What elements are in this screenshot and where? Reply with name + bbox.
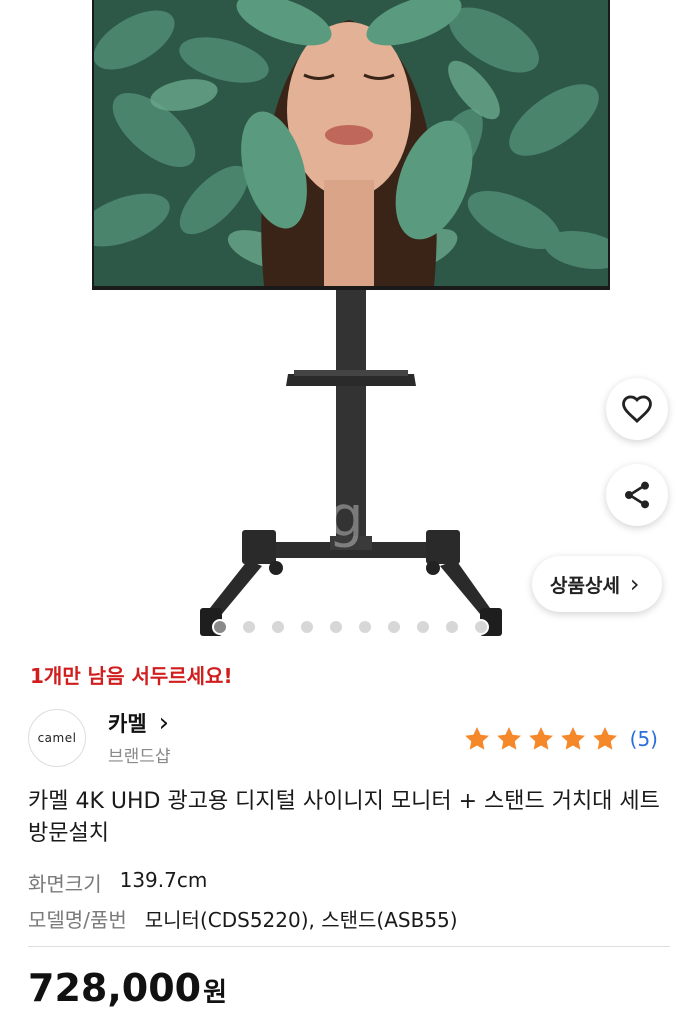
star-icon [528,727,553,750]
price: 728,000 원 [28,966,227,1010]
brand-logo[interactable]: camel [28,709,86,767]
product-image-carousel[interactable]: g 상품상세 › [0,0,698,648]
brand-link[interactable]: 카멜 › [108,708,169,738]
stand-graphic: g [200,290,502,636]
product-title: 카멜 4K UHD 광고용 디지털 사이니지 모니터 + 스탠드 거치대 세트 … [28,789,660,846]
spec-value: 139.7cm [119,868,208,892]
watermark-letter: g [328,485,364,550]
carousel-dot[interactable] [473,619,489,635]
carousel-dot[interactable] [415,619,431,635]
spec-row-screen-size: 화면크기 139.7cm [28,868,207,897]
spec-label: 모델명/품번 [28,908,127,932]
star-icon [560,727,585,750]
carousel-dot[interactable] [241,619,257,635]
brand-name: 카멜 [108,712,147,736]
price-unit: 원 [203,978,227,1008]
star-icon [496,727,521,750]
carousel-dot[interactable] [270,619,286,635]
carousel-dot[interactable] [386,619,402,635]
review-count[interactable]: (5) [630,727,658,751]
star-icon [464,727,489,750]
stock-notice: 1개만 남음 서두르세요! [30,664,233,688]
brand-row: camel 카멜 › 브랜드샵 (5) [28,706,668,770]
carousel-dot[interactable] [444,619,460,635]
spec-row-model: 모델명/품번 모니터(CDS5220), 스탠드(ASB55) [28,904,458,933]
like-button[interactable] [606,378,668,440]
share-icon [625,481,649,509]
heart-icon [622,395,652,423]
brand-shop-label: 브랜드샵 [108,747,171,767]
star-icon [592,727,617,750]
chevron-right-icon: › [158,708,170,738]
rating-summary[interactable]: (5) [462,724,658,754]
share-button[interactable] [606,464,668,526]
carousel-dots [212,619,489,635]
spec-label: 화면크기 [28,872,102,896]
product-photo-monitor [92,0,610,290]
divider [28,946,670,947]
spec-value: 모니터(CDS5220), 스탠드(ASB55) [144,908,458,932]
carousel-dot[interactable] [357,619,373,635]
price-amount: 728,000 [28,966,202,1010]
brand-logo-text: camel [37,731,77,745]
carousel-dot[interactable] [328,619,344,635]
carousel-dot[interactable] [212,619,228,635]
product-detail-label: 상품상세 [550,574,620,597]
product-detail-button[interactable]: 상품상세 › [532,556,662,612]
carousel-dot[interactable] [299,619,315,635]
chevron-right-icon: › [629,570,640,598]
